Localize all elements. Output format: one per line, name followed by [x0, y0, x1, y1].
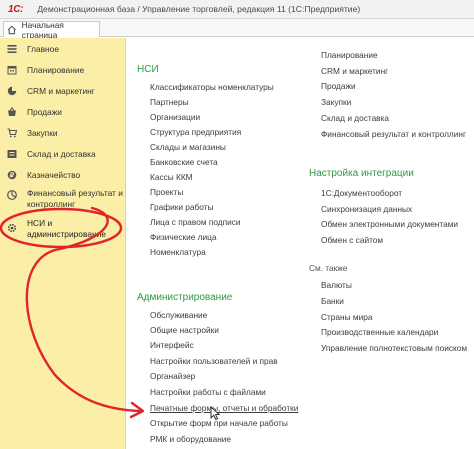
sidebar-item-label-line1: Финансовый результат и — [27, 188, 123, 198]
window-titlebar: 1С: Демонстрационная база / Управление т… — [0, 0, 474, 19]
sidebar-item-label: Главное — [27, 44, 59, 54]
section-title-integration: Настройка интеграции — [309, 168, 414, 179]
link-data-sync[interactable]: Синхронизация данных — [321, 204, 412, 214]
link-cash-registers[interactable]: Кассы ККМ — [150, 172, 193, 182]
gear-icon — [7, 223, 17, 233]
basket-icon — [8, 107, 16, 116]
link-individuals[interactable]: Физические лица — [150, 232, 217, 242]
link-purchases[interactable]: Закупки — [321, 97, 351, 107]
link-nomenclature[interactable]: Номенклатура — [150, 247, 206, 257]
sidebar-item-nsi-admin[interactable]: НСИ и администрирование — [0, 217, 126, 240]
window-title: Демонстрационная база / Управление торго… — [37, 4, 361, 14]
sidebar-item-purchases[interactable]: Закупки — [0, 126, 126, 140]
link-planning[interactable]: Планирование — [321, 50, 378, 60]
tab-home[interactable]: Начальная страница — [3, 19, 100, 40]
link-countries[interactable]: Страны мира — [321, 312, 372, 322]
link-warehouse-delivery[interactable]: Склад и доставка — [321, 113, 389, 123]
warehouse-icon — [7, 150, 17, 158]
link-edi-exchange[interactable]: Обмен электронными документами — [321, 219, 458, 229]
sidebar-item-main[interactable]: Главное — [0, 42, 126, 56]
link-currencies[interactable]: Валюты — [321, 280, 352, 290]
link-production-calendars[interactable]: Производственные календари — [321, 327, 438, 337]
sidebar-item-planning[interactable]: Планирование — [0, 63, 126, 77]
link-user-rights-settings[interactable]: Настройки пользователей и прав — [150, 356, 278, 366]
sidebar-item-label: НСИ и администрирование — [27, 218, 106, 239]
sidebar-item-label: Планирование — [27, 65, 85, 75]
sidebar-item-sales[interactable]: Продажи — [0, 105, 126, 119]
link-banks[interactable]: Банки — [321, 296, 344, 306]
link-work-schedules[interactable]: Графики работы — [150, 202, 213, 212]
section-title-nsi: НСИ — [137, 64, 159, 75]
section-title-see-also: См. также — [309, 263, 348, 273]
chart-icon — [7, 190, 17, 200]
home-icon — [7, 25, 17, 34]
annotation-arrowhead — [129, 401, 145, 419]
tab-bar: Начальная страница — [0, 19, 474, 40]
sidebar-item-label: Склад и доставка — [27, 149, 96, 159]
sidebar-item-label-line1: НСИ и — [27, 218, 53, 228]
link-sales[interactable]: Продажи — [321, 81, 356, 91]
logo-text: 1С: — [8, 3, 24, 15]
link-organizer[interactable]: Органайзер — [150, 371, 195, 381]
link-partners[interactable]: Партнеры — [150, 97, 189, 107]
link-site-exchange[interactable]: Обмен с сайтом — [321, 235, 383, 245]
tab-home-label: Начальная страница — [21, 19, 64, 40]
link-nomenclature-classifiers[interactable]: Классификаторы номенклатуры — [150, 82, 274, 92]
link-signatories[interactable]: Лица с правом подписи — [150, 217, 241, 227]
link-docflow[interactable]: 1С:Документооборот — [321, 188, 402, 198]
sidebar-item-label: Продажи — [27, 107, 62, 117]
sidebar-item-label-line2: администрирование — [27, 228, 106, 239]
link-print-forms-reports[interactable]: Печатные формы, отчеты и обработки — [150, 403, 298, 413]
sidebar-item-warehouse[interactable]: Склад и доставка — [0, 147, 126, 161]
link-maintenance[interactable]: Обслуживание — [150, 310, 207, 320]
sidebar-item-crm[interactable]: CRM и маркетинг — [0, 84, 126, 98]
sidebar-item-label: Казначейство — [27, 170, 81, 180]
link-warehouses-stores[interactable]: Склады и магазины — [150, 142, 226, 152]
link-pos-equipment[interactable]: РМК и оборудование — [150, 434, 231, 444]
sidebar-item-label: Финансовый результат и контроллинг — [27, 188, 123, 209]
app-logo: 1С: — [8, 3, 24, 15]
coins-icon: ₽ — [7, 170, 17, 180]
sidebar: Главное Планирование CRM и маркетинг Про… — [0, 38, 126, 449]
link-crm-marketing[interactable]: CRM и маркетинг — [321, 66, 388, 76]
link-general-settings[interactable]: Общие настройки — [150, 325, 219, 335]
sidebar-item-finance[interactable]: Финансовый результат и контроллинг — [0, 188, 126, 210]
link-finance-controlling[interactable]: Финансовый результат и контроллинг — [321, 129, 466, 139]
link-bank-accounts[interactable]: Банковские счета — [150, 157, 218, 167]
link-open-forms-on-start[interactable]: Открытие форм при начале работы — [150, 418, 288, 428]
sidebar-item-label: Закупки — [27, 128, 58, 138]
link-organizations[interactable]: Организации — [150, 112, 200, 122]
sidebar-item-label-line2: контроллинг — [27, 198, 76, 209]
link-fulltext-search[interactable]: Управление полнотекстовым поиском — [321, 343, 467, 353]
list-icon — [7, 45, 17, 53]
sidebar-item-label: CRM и маркетинг — [27, 86, 95, 96]
section-title-admin: Администрирование — [137, 292, 233, 303]
link-enterprise-structure[interactable]: Структура предприятия — [150, 127, 241, 137]
link-file-settings[interactable]: Настройки работы с файлами — [150, 387, 266, 397]
sidebar-item-treasury[interactable]: ₽ Казначейство — [0, 168, 126, 182]
crm-icon — [7, 86, 17, 96]
link-projects[interactable]: Проекты — [150, 187, 183, 197]
link-interface[interactable]: Интерфейс — [150, 340, 194, 350]
calendar-icon — [7, 66, 17, 75]
cart-icon — [7, 128, 17, 138]
svg-text:₽: ₽ — [10, 172, 15, 180]
